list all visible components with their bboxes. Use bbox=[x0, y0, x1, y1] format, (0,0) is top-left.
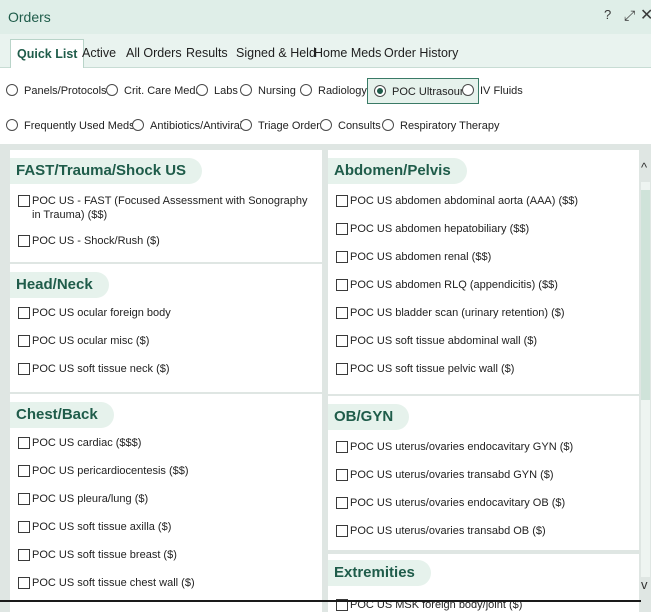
checkbox-icon[interactable] bbox=[18, 363, 30, 375]
checkbox-icon[interactable] bbox=[18, 437, 30, 449]
order-sections: FAST/Trauma/Shock US POC US - FAST (Focu… bbox=[0, 144, 651, 612]
section-title: FAST/Trauma/Shock US bbox=[10, 158, 203, 184]
order-item[interactable]: POC US soft tissue abdominal wall ($) bbox=[336, 334, 633, 348]
radio-icon[interactable] bbox=[240, 84, 252, 96]
scroll-up-icon[interactable]: ^ bbox=[641, 160, 647, 175]
checkbox-icon[interactable] bbox=[336, 251, 348, 263]
order-item[interactable]: POC US bladder scan (urinary retention) … bbox=[336, 306, 633, 320]
order-item[interactable]: POC US abdomen RLQ (appendicitis) ($$) bbox=[336, 278, 633, 292]
filter-crit-care-meds[interactable]: Crit. Care Meds bbox=[106, 78, 201, 104]
radio-icon[interactable] bbox=[6, 119, 18, 131]
order-item[interactable]: POC US soft tissue neck ($) bbox=[18, 362, 316, 376]
radio-icon[interactable] bbox=[132, 119, 144, 131]
section-title: OB/GYN bbox=[328, 404, 410, 430]
radio-icon[interactable] bbox=[240, 119, 252, 131]
help-icon[interactable]: ? bbox=[604, 7, 611, 22]
order-item[interactable]: POC US uterus/ovaries endocavitary GYN (… bbox=[336, 440, 633, 454]
order-item[interactable]: POC US soft tissue axilla ($) bbox=[18, 520, 316, 534]
checkbox-icon[interactable] bbox=[18, 577, 30, 589]
category-filters: Panels/Protocols Crit. Care Meds Labs Nu… bbox=[0, 68, 651, 144]
checkbox-icon[interactable] bbox=[336, 497, 348, 509]
order-item[interactable]: POC US soft tissue breast ($) bbox=[18, 548, 316, 562]
tab-all-orders[interactable]: All Orders bbox=[120, 39, 188, 69]
order-item[interactable]: POC US cardiac ($$$) bbox=[18, 436, 316, 450]
checkbox-icon[interactable] bbox=[336, 363, 348, 375]
checkbox-icon[interactable] bbox=[18, 195, 30, 207]
scroll-down-icon[interactable]: v bbox=[641, 577, 648, 592]
filter-consults[interactable]: Consults bbox=[320, 113, 381, 139]
filter-panels-protocols[interactable]: Panels/Protocols bbox=[6, 78, 107, 104]
filter-respiratory-therapy[interactable]: Respiratory Therapy bbox=[382, 113, 499, 139]
tab-home-meds[interactable]: Home Meds bbox=[308, 39, 387, 69]
section-head-neck: Head/Neck POC US ocular foreign body POC… bbox=[10, 264, 322, 392]
radio-icon[interactable] bbox=[6, 84, 18, 96]
order-item[interactable]: POC US abdomen renal ($$) bbox=[336, 250, 633, 264]
order-item[interactable]: POC US - FAST (Focused Assessment with S… bbox=[18, 194, 316, 222]
checkbox-icon[interactable] bbox=[18, 493, 30, 505]
radio-icon[interactable] bbox=[320, 119, 332, 131]
radio-icon[interactable] bbox=[300, 84, 312, 96]
section-extremities: Extremities POC US MSK foreign body/join… bbox=[328, 554, 639, 612]
tab-order-history[interactable]: Order History bbox=[378, 39, 464, 69]
order-item[interactable]: POC US abdomen abdominal aorta (AAA) ($$… bbox=[336, 194, 633, 208]
checkbox-icon[interactable] bbox=[336, 223, 348, 235]
order-item[interactable]: POC US ocular misc ($) bbox=[18, 334, 316, 348]
radio-icon[interactable] bbox=[382, 119, 394, 131]
checkbox-icon[interactable] bbox=[18, 335, 30, 347]
radio-icon[interactable] bbox=[196, 84, 208, 96]
order-item[interactable]: POC US uterus/ovaries endocavitary OB ($… bbox=[336, 496, 633, 510]
checkbox-icon[interactable] bbox=[18, 235, 30, 247]
order-item[interactable]: POC US ocular foreign body bbox=[18, 306, 316, 320]
section-fast-trauma-shock: FAST/Trauma/Shock US POC US - FAST (Focu… bbox=[10, 150, 322, 262]
scrollbar-thumb[interactable] bbox=[641, 190, 650, 400]
tab-active[interactable]: Active bbox=[76, 39, 122, 69]
filter-nursing[interactable]: Nursing bbox=[240, 78, 296, 104]
window-bottom-border bbox=[0, 600, 641, 602]
checkbox-icon[interactable] bbox=[18, 465, 30, 477]
checkbox-icon[interactable] bbox=[18, 307, 30, 319]
tab-bar: Quick List Active All Orders Results Sig… bbox=[0, 34, 651, 69]
section-title: Head/Neck bbox=[10, 272, 109, 298]
section-ob-gyn: OB/GYN POC US uterus/ovaries endocavitar… bbox=[328, 396, 639, 550]
section-chest-back: Chest/Back POC US cardiac ($$$) POC US p… bbox=[10, 394, 322, 612]
filter-radiology[interactable]: Radiology bbox=[300, 78, 367, 104]
checkbox-icon[interactable] bbox=[336, 335, 348, 347]
tab-results[interactable]: Results bbox=[180, 39, 234, 69]
window-title: Orders bbox=[8, 9, 51, 25]
radio-icon[interactable] bbox=[106, 84, 118, 96]
close-icon[interactable]: ✕ bbox=[640, 5, 651, 25]
checkbox-icon[interactable] bbox=[336, 525, 348, 537]
checkbox-icon[interactable] bbox=[336, 469, 348, 481]
section-abdomen-pelvis: Abdomen/Pelvis POC US abdomen abdominal … bbox=[328, 150, 639, 394]
window-titlebar: Orders ? ⤢ ✕ bbox=[0, 0, 651, 34]
radio-selected-icon[interactable] bbox=[374, 85, 386, 97]
section-title: Extremities bbox=[328, 560, 431, 586]
filter-antibiotics-antivirals[interactable]: Antibiotics/Antivirals bbox=[132, 113, 248, 139]
order-item[interactable]: POC US soft tissue pelvic wall ($) bbox=[336, 362, 633, 376]
filter-iv-fluids[interactable]: IV Fluids bbox=[462, 78, 523, 104]
checkbox-icon[interactable] bbox=[336, 279, 348, 291]
order-item[interactable]: POC US abdomen hepatobiliary ($$) bbox=[336, 222, 633, 236]
expand-icon[interactable]: ⤢ bbox=[624, 7, 635, 24]
order-item[interactable]: POC US pericardiocentesis ($$) bbox=[18, 464, 316, 478]
checkbox-icon[interactable] bbox=[18, 521, 30, 533]
order-item[interactable]: POC US - Shock/Rush ($) bbox=[18, 234, 316, 248]
filter-triage-orders[interactable]: Triage Orders bbox=[240, 113, 325, 139]
filter-labs[interactable]: Labs bbox=[196, 78, 238, 104]
order-item[interactable]: POC US uterus/ovaries transabd OB ($) bbox=[336, 524, 633, 538]
checkbox-icon[interactable] bbox=[18, 549, 30, 561]
order-item[interactable]: POC US uterus/ovaries transabd GYN ($) bbox=[336, 468, 633, 482]
checkbox-icon[interactable] bbox=[336, 441, 348, 453]
filter-frequently-used-meds[interactable]: Frequently Used Meds bbox=[6, 113, 135, 139]
section-title: Chest/Back bbox=[10, 402, 114, 428]
section-title: Abdomen/Pelvis bbox=[328, 158, 467, 184]
tab-quick-list[interactable]: Quick List bbox=[10, 39, 85, 69]
order-item[interactable]: POC US soft tissue chest wall ($) bbox=[18, 576, 316, 590]
order-item[interactable]: POC US pleura/lung ($) bbox=[18, 492, 316, 506]
checkbox-icon[interactable] bbox=[336, 195, 348, 207]
checkbox-icon[interactable] bbox=[336, 307, 348, 319]
radio-icon[interactable] bbox=[462, 84, 474, 96]
